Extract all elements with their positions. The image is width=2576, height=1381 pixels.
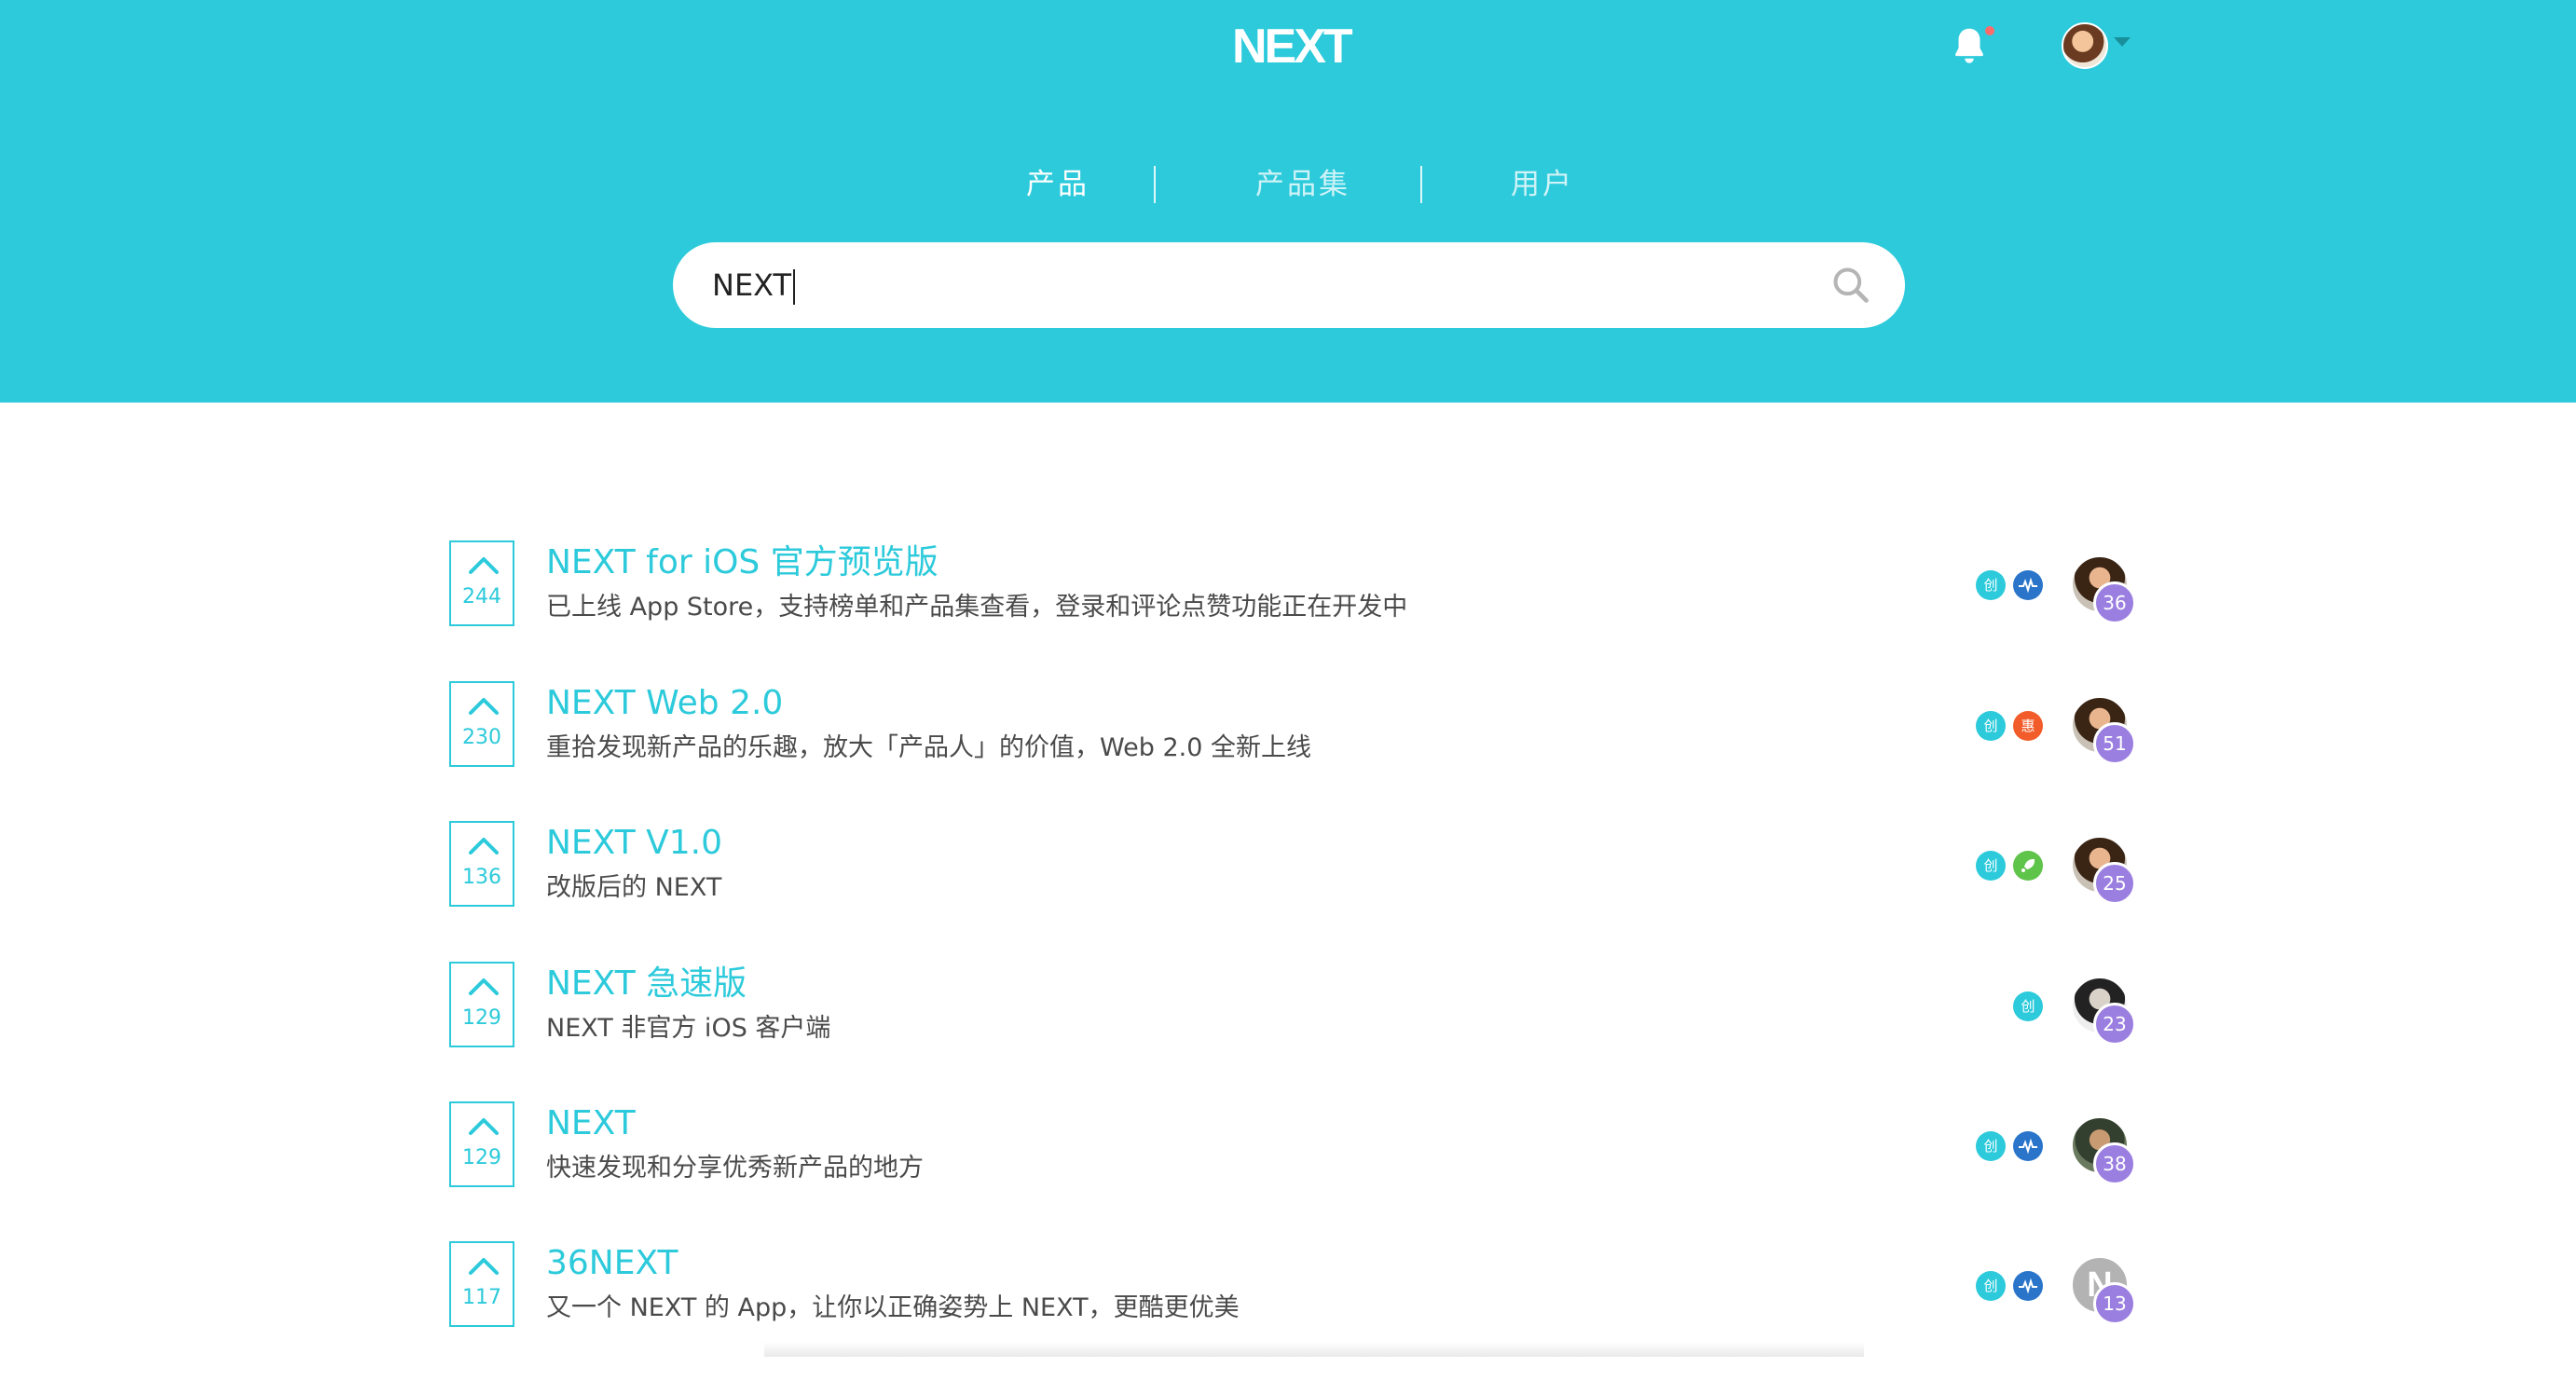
tab-products[interactable]: 产品 <box>1007 164 1109 205</box>
chevron-up-icon <box>469 557 499 574</box>
search-box[interactable]: NEXT <box>673 242 1905 328</box>
maker-count-badge: 38 <box>2093 1142 2136 1185</box>
chevron-up-icon <box>469 978 499 995</box>
badge-create: 创 <box>1976 711 2006 741</box>
maker-count-badge: 36 <box>2093 581 2136 624</box>
vote-count: 117 <box>462 1286 501 1309</box>
upvote-button[interactable]: 230 <box>449 681 514 767</box>
list-item[interactable]: 136 NEXT V1.0 改版后的 NEXT 创 25 <box>0 821 2576 961</box>
search-icon[interactable] <box>1830 265 1871 306</box>
maker-count-badge: 25 <box>2093 862 2136 905</box>
tab-divider <box>1420 166 1422 203</box>
product-title[interactable]: NEXT <box>546 1101 636 1146</box>
chevron-up-icon <box>469 1118 499 1135</box>
product-title[interactable]: NEXT V1.0 <box>546 821 722 866</box>
scroll-fade <box>764 1342 1864 1357</box>
product-description: 重拾发现新产品的乐趣，放大「产品人」的价值，Web 2.0 全新上线 <box>546 733 1311 762</box>
list-item[interactable]: 117 36NEXT 又一个 NEXT 的 App，让你以正确姿势上 NEXT，… <box>0 1241 2576 1381</box>
notification-dot <box>1983 24 1996 37</box>
user-avatar[interactable] <box>2062 22 2108 69</box>
product-description: NEXT 非官方 iOS 客户端 <box>546 1014 831 1043</box>
badge-create: 创 <box>1976 851 2006 881</box>
upvote-button[interactable]: 136 <box>449 821 514 907</box>
next-logo[interactable]: NEXT <box>1232 17 1353 76</box>
vote-count: 129 <box>462 1146 501 1169</box>
chevron-down-icon[interactable] <box>2114 37 2131 47</box>
vote-count: 230 <box>462 726 501 749</box>
badge-create: 创 <box>1976 1131 2006 1161</box>
upvote-button[interactable]: 129 <box>449 1101 514 1187</box>
product-title[interactable]: NEXT for iOS 官方预览版 <box>546 540 939 585</box>
product-description: 改版后的 NEXT <box>546 873 722 902</box>
upvote-button[interactable]: 129 <box>449 962 514 1047</box>
top-header: NEXT 产品 产品集 用户 NEXT <box>0 0 2576 403</box>
chevron-up-icon <box>469 698 499 715</box>
product-title[interactable]: 36NEXT <box>546 1241 678 1286</box>
tab-collections[interactable]: 产品集 <box>1228 164 1377 205</box>
list-item[interactable]: 230 NEXT Web 2.0 重拾发现新产品的乐趣，放大「产品人」的价值，W… <box>0 681 2576 821</box>
maker-count-badge: 13 <box>2093 1282 2136 1325</box>
chevron-up-icon <box>469 838 499 855</box>
product-description: 又一个 NEXT 的 App，让你以正确姿势上 NEXT，更酷更优美 <box>546 1293 1240 1322</box>
list-item[interactable]: 244 NEXT for iOS 官方预览版 已上线 App Store，支持榜… <box>0 540 2576 680</box>
product-description: 已上线 App Store，支持榜单和产品集查看，登录和评论点赞功能正在开发中 <box>546 593 1408 622</box>
tab-users[interactable]: 用户 <box>1491 164 1594 205</box>
vote-count: 129 <box>462 1006 501 1030</box>
vote-count: 136 <box>462 866 501 889</box>
upvote-button[interactable]: 117 <box>449 1241 514 1327</box>
tab-divider <box>1154 166 1156 203</box>
search-input[interactable]: NEXT <box>712 242 796 328</box>
badge-discount: 惠 <box>2013 711 2043 741</box>
pulse-icon <box>2013 570 2043 600</box>
pulse-icon <box>2013 1271 2043 1301</box>
product-title[interactable]: NEXT Web 2.0 <box>546 681 783 726</box>
text-caret <box>793 269 796 305</box>
upvote-button[interactable]: 244 <box>449 540 514 626</box>
vote-count: 244 <box>462 585 501 608</box>
chevron-up-icon <box>469 1258 499 1275</box>
search-type-tabs: 产品 产品集 用户 <box>952 164 1624 205</box>
list-item[interactable]: 129 NEXT 急速版 NEXT 非官方 iOS 客户端 创 23 <box>0 962 2576 1101</box>
rocket-icon <box>2013 851 2043 881</box>
badge-create: 创 <box>1976 1271 2006 1301</box>
maker-count-badge: 51 <box>2093 722 2136 765</box>
list-item[interactable]: 129 NEXT 快速发现和分享优秀新产品的地方 创 38 <box>0 1101 2576 1241</box>
product-title[interactable]: NEXT 急速版 <box>546 962 747 1006</box>
badge-create: 创 <box>1976 570 2006 600</box>
pulse-icon <box>2013 1131 2043 1161</box>
maker-count-badge: 23 <box>2093 1003 2136 1046</box>
badge-create: 创 <box>2013 991 2043 1021</box>
product-description: 快速发现和分享优秀新产品的地方 <box>546 1154 924 1183</box>
